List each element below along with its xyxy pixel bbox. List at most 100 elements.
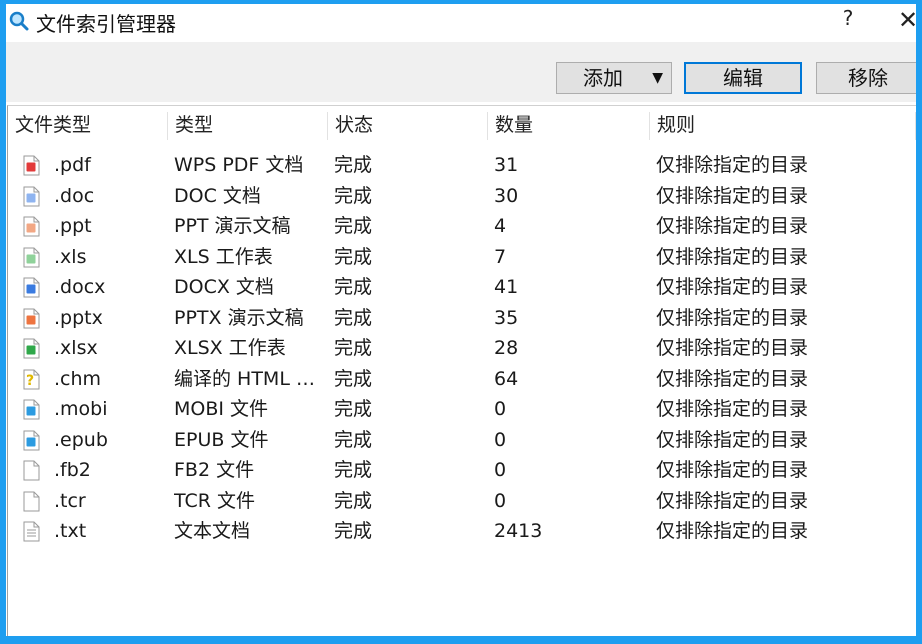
ppt-file-icon bbox=[23, 216, 40, 237]
rule-text: 仅排除指定的目录 bbox=[656, 428, 809, 451]
file-type-name: WPS PDF 文档 bbox=[174, 154, 304, 176]
close-button[interactable]: ✕ bbox=[896, 6, 916, 36]
status-text: 完成 bbox=[334, 154, 373, 176]
file-count: 0 bbox=[494, 428, 507, 451]
file-type-name: 文本文档 bbox=[174, 520, 251, 542]
file-extension: .tcr bbox=[54, 489, 86, 512]
file-count: 31 bbox=[494, 154, 519, 176]
rule-text: 仅排除指定的目录 bbox=[656, 398, 809, 420]
file-extension: .mobi bbox=[54, 398, 108, 420]
table-row[interactable]: .ppt PPT 演示文稿 完成 4 仅排除指定的目录 bbox=[8, 211, 916, 242]
status-text: 完成 bbox=[334, 520, 373, 542]
file-count: 28 bbox=[494, 337, 519, 359]
file-count: 0 bbox=[494, 489, 507, 512]
epub-file-icon bbox=[23, 430, 40, 450]
table-row[interactable]: .pdf WPS PDF 文档 完成 31 仅排除指定的目录 bbox=[8, 150, 916, 181]
file-count: 64 bbox=[494, 367, 519, 390]
status-text: 完成 bbox=[334, 489, 373, 512]
file-type-name: XLSX 工作表 bbox=[174, 337, 286, 359]
file-count: 35 bbox=[494, 306, 519, 329]
file-extension: .txt bbox=[54, 520, 87, 542]
status-text: 完成 bbox=[334, 459, 373, 481]
add-button-label: 添加 bbox=[583, 66, 623, 90]
mobi-file-icon bbox=[23, 399, 40, 420]
file-extension: .doc bbox=[54, 184, 95, 207]
table-header: 文件类型 类型 状态 数量 规则 bbox=[8, 106, 916, 144]
txt-file-icon bbox=[23, 521, 40, 542]
file-extension: .pdf bbox=[54, 154, 91, 176]
file-type-name: DOCX 文档 bbox=[174, 276, 274, 298]
status-text: 完成 bbox=[334, 428, 373, 451]
title-bar: 文件索引管理器 ? ✕ bbox=[6, 4, 916, 42]
file-count: 30 bbox=[494, 184, 519, 207]
status-text: 完成 bbox=[334, 276, 373, 298]
status-text: 完成 bbox=[334, 306, 373, 329]
rule-text: 仅排除指定的目录 bbox=[656, 489, 809, 512]
file-extension: .docx bbox=[54, 276, 106, 298]
rule-text: 仅排除指定的目录 bbox=[656, 154, 809, 176]
table-row[interactable]: ? .chm 编译的 HTML 帮助文件完成 64 仅排除指定的目录 bbox=[8, 364, 916, 395]
rule-text: 仅排除指定的目录 bbox=[656, 245, 809, 268]
file-extension: .fb2 bbox=[54, 459, 91, 481]
rule-text: 仅排除指定的目录 bbox=[656, 276, 809, 298]
fb2-file-icon bbox=[23, 460, 40, 481]
remove-button[interactable]: 移除 bbox=[816, 62, 916, 94]
table-row[interactable]: .doc DOC 文档 完成 30 仅排除指定的目录 bbox=[8, 181, 916, 212]
rule-text: 仅排除指定的目录 bbox=[656, 367, 809, 390]
pptx-file-icon bbox=[23, 308, 40, 328]
window-title: 文件索引管理器 bbox=[36, 12, 176, 36]
status-text: 完成 bbox=[334, 184, 373, 207]
table-row[interactable]: .epub EPUB 文件 完成 0 仅排除指定的目录 bbox=[8, 425, 916, 456]
file-count: 0 bbox=[494, 459, 507, 481]
file-extension: .epub bbox=[54, 428, 108, 451]
file-type-name: FB2 文件 bbox=[174, 459, 255, 481]
status-text: 完成 bbox=[334, 337, 373, 359]
toolbar: 添加 ▼ 编辑 移除 bbox=[6, 42, 916, 102]
file-extension: .xls bbox=[54, 245, 87, 268]
file-extension: .pptx bbox=[54, 306, 103, 329]
rule-text: 仅排除指定的目录 bbox=[656, 337, 809, 359]
rule-text: 仅排除指定的目录 bbox=[656, 215, 809, 237]
chevron-down-icon[interactable]: ▼ bbox=[652, 63, 663, 93]
table-row[interactable]: .txt 文本文档 完成 2413 仅排除指定的目录 bbox=[8, 516, 916, 547]
file-type-name: TCR 文件 bbox=[174, 489, 256, 512]
status-text: 完成 bbox=[334, 245, 373, 268]
file-type-name: MOBI 文件 bbox=[174, 398, 269, 420]
rule-text: 仅排除指定的目录 bbox=[656, 459, 809, 481]
pdf-file-icon bbox=[23, 155, 40, 176]
table-row[interactable]: .xlsx XLSX 工作表 完成 28 仅排除指定的目录 bbox=[8, 333, 916, 364]
table-body: .pdf WPS PDF 文档 完成 31 仅排除指定的目录 .doc DOC 文档 完成 30… bbox=[8, 150, 916, 547]
table-row[interactable]: .pptx PPTX 演示文稿 完成 35 仅排除指定的目录 bbox=[8, 303, 916, 334]
column-header-type[interactable]: 类型 bbox=[168, 106, 328, 144]
table-row[interactable]: .xls XLS 工作表 完成 7 仅排除指定的目录 bbox=[8, 242, 916, 273]
docx-file-icon bbox=[23, 277, 40, 298]
status-text: 完成 bbox=[334, 367, 373, 390]
file-count: 0 bbox=[494, 398, 507, 420]
file-count: 7 bbox=[494, 245, 507, 268]
file-type-name: PPTX 演示文稿 bbox=[174, 306, 304, 329]
chm-file-icon: ? bbox=[23, 369, 40, 389]
table-row[interactable]: .mobi MOBI 文件 完成 0 仅排除指定的目录 bbox=[8, 394, 916, 425]
table-row[interactable]: .tcr TCR 文件 完成 0 仅排除指定的目录 bbox=[8, 486, 916, 517]
column-header-file-type[interactable]: 文件类型 bbox=[8, 106, 168, 144]
file-extension: .xlsx bbox=[54, 337, 98, 359]
status-text: 完成 bbox=[334, 398, 373, 420]
help-button[interactable]: ? bbox=[836, 6, 860, 36]
table-row[interactable]: .fb2 FB2 文件 完成 0 仅排除指定的目录 bbox=[8, 455, 916, 486]
column-header-count[interactable]: 数量 bbox=[488, 106, 650, 144]
tcr-file-icon bbox=[23, 491, 40, 511]
doc-file-icon bbox=[23, 186, 40, 206]
edit-button[interactable]: 编辑 bbox=[684, 62, 802, 94]
column-header-rule[interactable]: 规则 bbox=[650, 106, 916, 144]
status-text: 完成 bbox=[334, 215, 373, 237]
file-count: 41 bbox=[494, 276, 519, 298]
file-type-name: XLS 工作表 bbox=[174, 245, 273, 268]
column-header-status[interactable]: 状态 bbox=[328, 106, 488, 144]
xls-file-icon bbox=[23, 247, 40, 267]
search-icon bbox=[9, 11, 29, 31]
table-row[interactable]: .docx DOCX 文档 完成 41 仅排除指定的目录 bbox=[8, 272, 916, 303]
file-count: 2413 bbox=[494, 520, 543, 542]
file-count: 4 bbox=[494, 215, 507, 237]
file-type-name: 编译的 HTML 帮助文件 bbox=[174, 367, 324, 390]
add-button[interactable]: 添加 ▼ bbox=[556, 62, 672, 94]
